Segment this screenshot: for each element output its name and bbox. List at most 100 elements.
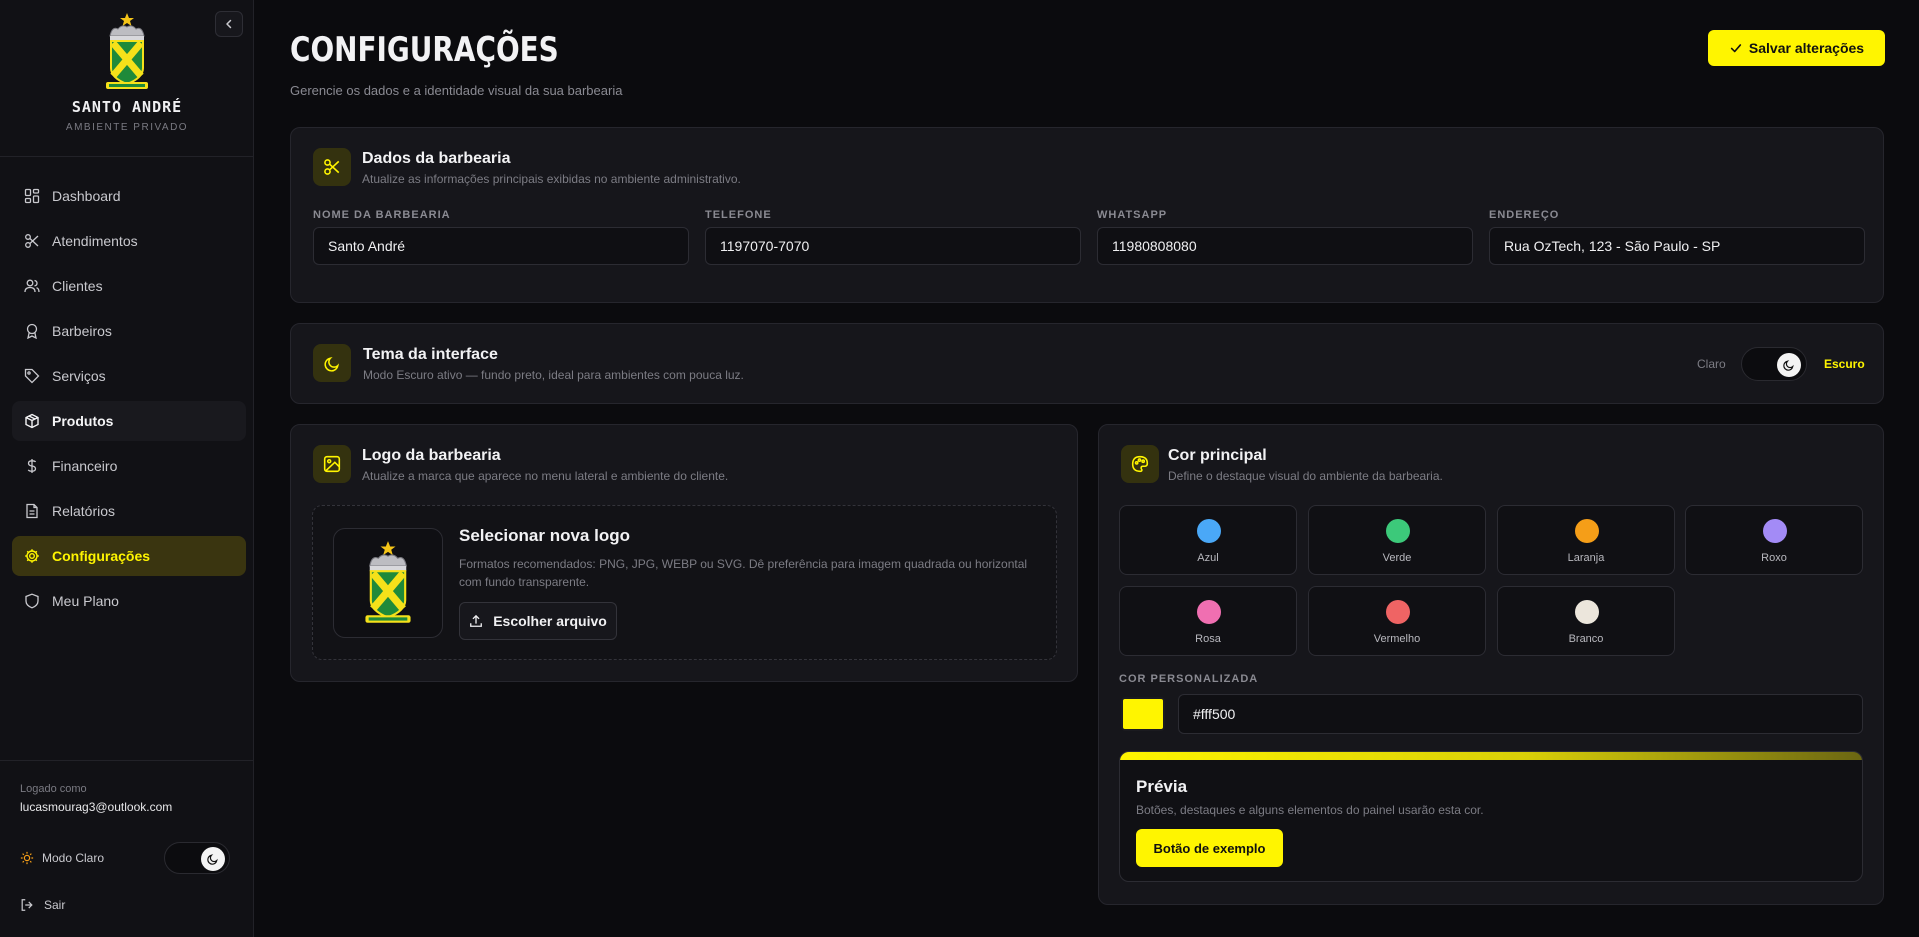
swatch-rosa[interactable]: Rosa <box>1119 586 1297 656</box>
award-icon <box>26 323 38 339</box>
gear-icon <box>25 549 39 563</box>
sidebar-item-clientes[interactable]: Clientes <box>12 266 246 306</box>
moon-icon <box>323 356 339 372</box>
logo-icon-box <box>313 445 351 483</box>
page-subtitle: Gerencie os dados e a identidade visual … <box>290 83 623 98</box>
logged-user-email: lucasmourag3@outlook.com <box>20 800 173 814</box>
swatch-label: Azul <box>1197 552 1219 564</box>
sidebar-item-servicos[interactable]: Serviços <box>12 356 246 396</box>
logo-title: Logo da barbearia <box>362 447 501 464</box>
sample-button[interactable]: Botão de exemplo <box>1136 829 1283 867</box>
swatch-dot <box>1763 519 1787 543</box>
mode-label: Modo Claro <box>42 851 105 865</box>
moon-icon <box>207 854 218 865</box>
shop-name-field[interactable] <box>313 227 689 265</box>
sidebar-item-produtos[interactable]: Produtos <box>12 401 246 441</box>
swatch-azul[interactable]: Azul <box>1119 505 1297 575</box>
swatch-dot <box>1197 600 1221 624</box>
brand-name: SANTO ANDRÉ <box>71 98 183 116</box>
toggle-knob <box>201 847 225 871</box>
brand-subtitle: AMBIENTE PRIVADO <box>65 122 189 133</box>
shop-data-description: Atualize as informações principais exibi… <box>362 172 741 186</box>
scissors-icon <box>324 159 340 175</box>
theme-toggle[interactable] <box>1741 347 1807 381</box>
swatch-vermelho[interactable]: Vermelho <box>1308 586 1486 656</box>
sidebar-item-relatorios[interactable]: Relatórios <box>12 491 246 531</box>
whatsapp-label: WHATSAPP <box>1097 209 1168 221</box>
save-changes-button[interactable]: Salvar alterações <box>1708 30 1885 66</box>
sidebar-item-label: Barbeiros <box>52 323 112 339</box>
mode-switch-row: Modo Claro <box>20 842 230 874</box>
swatch-label: Vermelho <box>1373 633 1421 645</box>
tag-icon <box>24 368 40 384</box>
choose-file-button[interactable]: Escolher arquivo <box>459 602 617 640</box>
logo-description: Atualize a marca que aparece no menu lat… <box>362 469 729 483</box>
main-color-description: Define o destaque visual do ambiente da … <box>1168 469 1443 483</box>
swatch-dot <box>1197 519 1221 543</box>
theme-light-label[interactable]: Claro <box>1697 357 1726 371</box>
phone-field[interactable] <box>705 227 1081 265</box>
sidebar-item-barbeiros[interactable]: Barbeiros <box>12 311 246 351</box>
shop-data-card: Dados da barbearia Atualize as informaçõ… <box>290 127 1884 303</box>
main-color-icon-box <box>1121 445 1159 483</box>
custom-color-picker[interactable] <box>1121 697 1165 731</box>
shop-data-title: Dados da barbearia <box>362 150 511 167</box>
sidebar-item-label: Serviços <box>52 368 106 384</box>
swatch-laranja[interactable]: Laranja <box>1497 505 1675 575</box>
save-changes-label: Salvar alterações <box>1748 40 1865 56</box>
sidebar-item-configuracoes[interactable]: Configurações <box>12 536 246 576</box>
swatch-dot <box>1575 600 1599 624</box>
page-title: CONFIGURAÇÕES <box>290 30 559 70</box>
whatsapp-field[interactable] <box>1097 227 1473 265</box>
sidebar-item-label: Atendimentos <box>52 233 138 249</box>
swatch-label: Verde <box>1382 552 1412 564</box>
swatch-dot <box>1575 519 1599 543</box>
swatch-label: Branco <box>1568 633 1604 645</box>
check-icon <box>1730 44 1742 53</box>
package-icon <box>25 413 39 429</box>
swatch-label: Roxo <box>1761 552 1787 564</box>
sidebar-theme-toggle[interactable] <box>164 842 230 874</box>
sidebar-item-dashboard[interactable]: Dashboard <box>12 176 246 216</box>
sidebar-divider <box>0 156 254 157</box>
swatch-branco[interactable]: Branco <box>1497 586 1675 656</box>
preview-accent-bar <box>1120 752 1862 760</box>
logo-upload-zone[interactable]: Selecionar nova logo Formatos recomendad… <box>312 505 1057 660</box>
sidebar-item-atendimentos[interactable]: Atendimentos <box>12 221 246 261</box>
palette-icon <box>1131 455 1149 473</box>
sidebar-item-meu-plano[interactable]: Meu Plano <box>12 581 246 621</box>
sidebar-item-label: Produtos <box>52 413 114 429</box>
select-logo-title: Selecionar nova logo <box>459 526 630 545</box>
users-icon <box>24 279 40 293</box>
sidebar-bottom-divider <box>0 760 254 761</box>
sidebar: SANTO ANDRÉ AMBIENTE PRIVADO Dashboard A… <box>0 0 254 937</box>
moon-icon <box>1783 360 1794 371</box>
phone-label: TELEFONE <box>705 209 772 221</box>
sidebar-item-label: Configurações <box>52 548 151 564</box>
main-color-title: Cor principal <box>1168 447 1267 464</box>
custom-color-field[interactable] <box>1178 694 1863 734</box>
theme-description: Modo Escuro ativo — fundo preto, ideal p… <box>363 368 744 382</box>
logout-button[interactable]: Sair <box>20 898 65 912</box>
swatch-label: Rosa <box>1195 633 1221 645</box>
shop-data-icon-box <box>313 148 351 186</box>
dollar-icon <box>27 459 37 473</box>
club-crest-logo <box>365 541 411 623</box>
theme-card: Tema da interface Modo Escuro ativo — fu… <box>290 323 1884 404</box>
swatch-verde[interactable]: Verde <box>1308 505 1486 575</box>
sidebar-item-financeiro[interactable]: Financeiro <box>12 446 246 486</box>
shield-icon <box>25 593 39 609</box>
club-crest-logo <box>106 13 148 89</box>
sidebar-item-label: Financeiro <box>52 458 118 474</box>
swatch-roxo[interactable]: Roxo <box>1685 505 1863 575</box>
theme-title: Tema da interface <box>363 346 498 363</box>
toggle-knob <box>1777 353 1801 377</box>
choose-file-label: Escolher arquivo <box>493 613 607 629</box>
sidebar-item-label: Clientes <box>52 278 103 294</box>
theme-icon-box <box>313 344 351 382</box>
swatch-dot <box>1386 519 1410 543</box>
logged-as-label: Logado como <box>20 783 87 795</box>
theme-dark-label[interactable]: Escuro <box>1824 357 1865 371</box>
sidebar-nav: Dashboard Atendimentos Clientes Barbeiro… <box>12 176 246 626</box>
address-field[interactable] <box>1489 227 1865 265</box>
